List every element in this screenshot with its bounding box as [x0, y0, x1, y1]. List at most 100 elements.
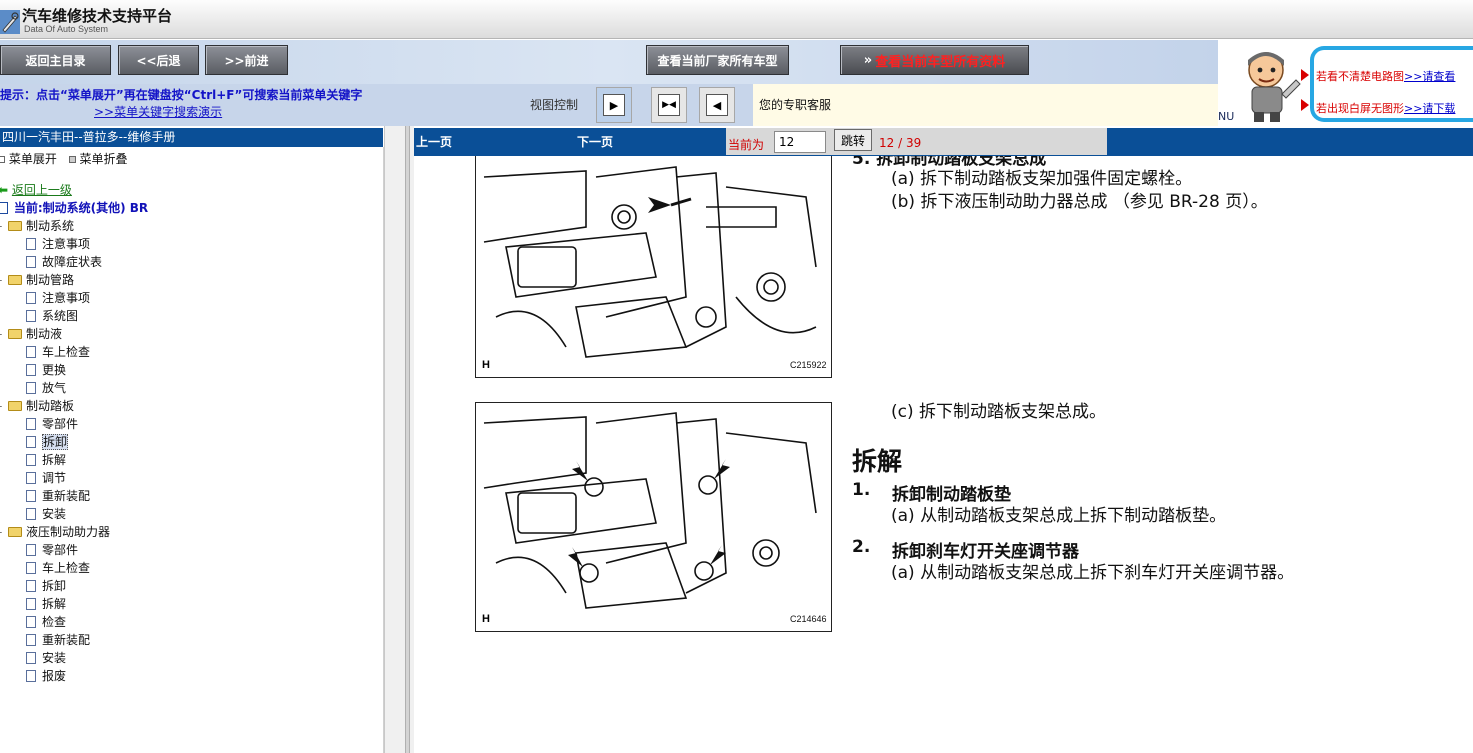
doc-icon [0, 201, 8, 214]
split-arrows-icon: ▶◀ [658, 94, 680, 116]
tree-doc-item[interactable]: 拆解 [26, 452, 66, 469]
home-button[interactable]: 返回主目录 [0, 45, 111, 75]
help-line-wiring: 若看不清楚电路图>>请查看 [1316, 68, 1455, 84]
next-page-button[interactable]: 下一页 [577, 133, 613, 150]
document-icon [26, 597, 36, 610]
service-text: 您的专职客服 [759, 98, 832, 112]
tree-controls: 菜单展开 菜单折叠 [0, 150, 128, 167]
tree-doc-item[interactable]: 报废 [26, 668, 66, 685]
tree-doc-item[interactable]: 零部件 [26, 542, 78, 559]
tree-doc-item[interactable]: 车上检查 [26, 344, 90, 361]
tree-item-label: 制动管路 [26, 273, 75, 287]
tree-doc-item[interactable]: 更换 [26, 362, 66, 379]
wrench-logo-icon [0, 10, 20, 34]
view-link[interactable]: >>请查看 [1404, 70, 1455, 83]
tree-doc-item[interactable]: 检查 [26, 614, 66, 631]
tree-doc-item[interactable]: 调节 [26, 470, 66, 487]
expand-icon [0, 156, 5, 163]
sidebar-header: 四川一汽丰田--普拉多--维修手册 [0, 128, 383, 147]
model-data-button[interactable]: » 查看当前车型所有资料 [840, 45, 1029, 75]
folder-icon [8, 274, 22, 285]
collapse-icon [68, 156, 76, 163]
help-panel: 若看不清楚电路图>>请查看 若出现白屏无图形>>请下载 NU [1218, 40, 1473, 126]
pedal-pad-illustration [483, 412, 817, 609]
help-line-blank: 若出现白屏无图形>>请下载 [1316, 100, 1455, 116]
all-models-button[interactable]: 查看当前厂家所有车型 [646, 45, 789, 75]
view-control-label: 视图控制 [530, 98, 579, 112]
tree-doc-item[interactable]: 拆卸 [26, 434, 69, 451]
manual-page: H C215922 H C214646 5. 拆卸制动踏板支架总成 (a) 拆下… [414, 156, 1473, 753]
tree-item-label: 零部件 [42, 417, 79, 431]
back-up-link[interactable]: 返回上一级 [12, 183, 72, 197]
forward-button[interactable]: >>前进 [205, 45, 288, 75]
tree-branch-connector: - [0, 218, 2, 235]
green-arrow-icon: ⬅ [0, 183, 9, 197]
current-page-label: 当前为 [728, 138, 765, 152]
document-icon [26, 669, 36, 682]
tree-doc-item[interactable]: 车上检查 [26, 560, 90, 577]
tree-doc-item[interactable]: 注意事项 [26, 236, 90, 253]
tree-doc-item[interactable]: 放气 [26, 380, 66, 397]
figure-h-label: H [482, 613, 490, 625]
current-node-row: 当前:制动系统(其他) BR [0, 200, 148, 217]
folder-icon [8, 220, 22, 231]
step-5c-text: (c) 拆下制动踏板支架总成。 [891, 402, 1107, 422]
document-icon [26, 255, 36, 268]
tree-folder-item[interactable]: 制动踏板 [8, 398, 74, 415]
view-split-button[interactable]: ▶◀ [651, 87, 687, 123]
search-demo-link[interactable]: >>菜单关键字搜索演示 [94, 103, 222, 120]
document-icon [26, 489, 36, 502]
menu-expand-link[interactable]: 菜单展开 [9, 152, 57, 166]
tree-doc-item[interactable]: 系统图 [26, 308, 78, 325]
document-icon [26, 309, 36, 322]
menu-collapse-link[interactable]: 菜单折叠 [80, 152, 128, 166]
prev-page-button[interactable]: 上一页 [416, 133, 452, 150]
tree-doc-item[interactable]: 注意事项 [26, 290, 90, 307]
download-link[interactable]: >>请下载 [1404, 102, 1455, 115]
tree-item-label: 拆解 [42, 453, 67, 467]
tree-doc-item[interactable]: 拆卸 [26, 578, 66, 595]
document-icon [26, 381, 36, 394]
tree-doc-item[interactable]: 重新装配 [26, 488, 90, 505]
document-icon [26, 651, 36, 664]
document-icon [26, 417, 36, 430]
tree-folder-item[interactable]: 制动系统 [8, 218, 74, 235]
tree-folder-item[interactable]: 制动管路 [8, 272, 74, 289]
back-button[interactable]: <<后退 [118, 45, 199, 75]
tree-folder-item[interactable]: 制动液 [8, 326, 62, 343]
tree-item-label: 系统图 [42, 309, 79, 323]
step-2a-text: (a) 从制动踏板支架总成上拆下刹车灯开关座调节器。 [891, 563, 1295, 583]
step-5a-text: (a) 拆下制动踏板支架加强件固定螺栓。 [891, 169, 1193, 189]
tree-doc-item[interactable]: 拆解 [26, 596, 66, 613]
figure-code: C215922 [790, 360, 827, 370]
jump-button[interactable]: 跳转 [834, 129, 872, 151]
tree-folder-item[interactable]: 液压制动助力器 [8, 524, 110, 541]
tree-item-label: 注意事项 [42, 291, 91, 305]
tree-item-label: 重新装配 [42, 489, 91, 503]
tree-item-label: 车上检查 [42, 345, 91, 359]
document-icon [26, 543, 36, 556]
document-icon [26, 291, 36, 304]
tree-item-label: 车上检查 [42, 561, 91, 575]
help-nu-text: NU [1218, 110, 1235, 123]
page-jump-box: 当前为 跳转 12 / 39 [726, 128, 1107, 155]
tree-doc-item[interactable]: 安装 [26, 650, 66, 667]
tree-doc-item[interactable]: 安装 [26, 506, 66, 523]
tree-doc-item[interactable]: 零部件 [26, 416, 78, 433]
page-number-input[interactable] [774, 131, 826, 153]
tree-item-label: 液压制动助力器 [26, 525, 111, 539]
pane-divider-handle[interactable] [405, 126, 410, 753]
step-1a-text: (a) 从制动踏板支架总成上拆下制动踏板垫。 [891, 506, 1227, 526]
tree-item-label: 故障症状表 [42, 255, 103, 269]
view-expand-left-button[interactable]: ◀ [699, 87, 735, 123]
tree-item-label: 注意事项 [42, 237, 91, 251]
section-title: 拆解 [852, 447, 903, 476]
view-expand-right-button[interactable]: ▶ [596, 87, 632, 123]
tree-doc-item[interactable]: 故障症状表 [26, 254, 102, 271]
app-subtitle: Data Of Auto System [24, 24, 109, 34]
tree-item-label: 安装 [42, 651, 67, 665]
back-up-row[interactable]: ⬅ 返回上一级 [0, 182, 72, 199]
help-text-blank: 若出现白屏无图形 [1316, 102, 1404, 115]
tree-doc-item[interactable]: 重新装配 [26, 632, 90, 649]
tree-item-label: 拆卸 [42, 579, 67, 593]
